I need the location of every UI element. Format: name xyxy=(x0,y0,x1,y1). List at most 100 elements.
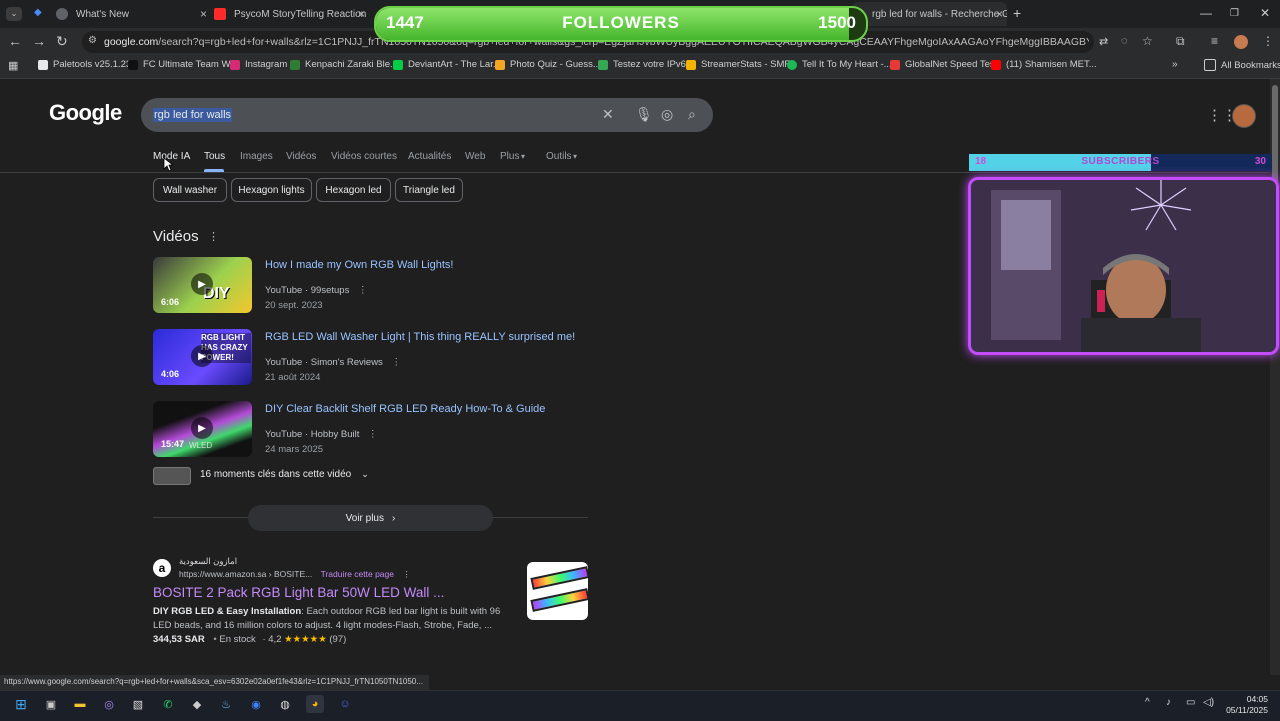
tab-web[interactable]: Web xyxy=(465,151,485,162)
result-image[interactable] xyxy=(527,562,588,620)
see-more-button[interactable]: Voir plus › xyxy=(248,505,493,531)
new-tab-button[interactable]: + xyxy=(1013,5,1021,21)
obs-icon[interactable]: ◍ xyxy=(276,695,294,713)
task-view-icon[interactable]: ▣ xyxy=(42,695,60,713)
bookmark[interactable]: Instagram xyxy=(230,59,287,70)
led-bar-image xyxy=(530,566,588,590)
clock-time: 04:05 xyxy=(1246,694,1268,704)
video-title-link[interactable]: RGB LED Wall Washer Light | This thing R… xyxy=(265,331,575,343)
site-info-icon[interactable]: ⚙ xyxy=(88,35,97,46)
extensions-icon[interactable]: ⧉ xyxy=(1176,34,1185,49)
minimize-icon[interactable]: — xyxy=(1200,6,1212,20)
mic-tray-icon[interactable]: ♪ xyxy=(1166,697,1171,708)
bookmark[interactable]: Tell It To My Heart -... xyxy=(787,59,892,70)
close-window-icon[interactable]: ✕ xyxy=(1260,6,1270,20)
profile-avatar[interactable] xyxy=(1234,35,1248,49)
bookmark[interactable]: DeviantArt - The Lar... xyxy=(393,59,501,70)
tab-google-search[interactable]: rgb led for walls - Recherche G × xyxy=(852,2,1007,26)
bookmark[interactable]: Paletools v25.1.23 xyxy=(38,59,131,70)
close-tab-icon[interactable]: × xyxy=(200,7,207,21)
video-thumbnail[interactable]: WLED ▶ 15:47 xyxy=(153,401,252,457)
more-bookmarks-icon[interactable]: » xyxy=(1172,59,1178,70)
bookmark[interactable]: GlobalNet Speed Test xyxy=(890,59,997,70)
chrome-taskbar-icon[interactable]: ◕ xyxy=(306,695,324,713)
eye-off-icon[interactable]: ◌ xyxy=(1121,35,1128,47)
windows-start-icon[interactable]: ⊞ xyxy=(12,695,30,713)
app-icon[interactable]: ◆ xyxy=(188,695,206,713)
menu-icon[interactable]: ⋮ xyxy=(1262,34,1274,48)
filter-chip[interactable]: Hexagon led xyxy=(316,178,391,202)
stats-icon xyxy=(686,59,696,70)
tab-youtube[interactable]: PsycoM StoryTelling Reaction ( × xyxy=(214,2,369,26)
maximize-icon[interactable]: ❐ xyxy=(1230,8,1239,19)
play-icon: ▶ xyxy=(191,417,213,439)
video-thumbnail[interactable]: RGB LIGHT HAS CRAZY POWER! ▶ 4:06 xyxy=(153,329,252,385)
result-snippet: DIY RGB LED & Easy Installation: Each ou… xyxy=(153,606,501,631)
webcam-feed xyxy=(968,177,1279,355)
search-icon[interactable]: ⌕ xyxy=(688,106,696,123)
tab-tools[interactable]: Outils xyxy=(546,151,572,162)
bookmark[interactable]: FC Ultimate Team W... xyxy=(128,59,238,70)
volume-icon[interactable]: ◁) xyxy=(1203,697,1214,708)
taskbar-clock[interactable]: 04:05 05/11/2025 xyxy=(1218,694,1268,716)
filter-chip[interactable]: Wall washer xyxy=(153,178,227,202)
tab-tous[interactable]: Tous xyxy=(204,151,225,162)
tab-videos[interactable]: Vidéos xyxy=(286,151,316,162)
lens-icon[interactable]: ◎ xyxy=(661,106,673,123)
network-icon[interactable]: ▭ xyxy=(1186,697,1195,708)
filter-chip[interactable]: Hexagon lights xyxy=(231,178,312,202)
followers-count: 1447 xyxy=(386,13,424,32)
file-explorer-icon[interactable]: ▬ xyxy=(71,695,89,713)
google-logo[interactable]: Google xyxy=(49,100,122,126)
bookmark[interactable]: Photo Quiz - Guess... xyxy=(495,59,601,70)
chevron-down-icon: ▾ xyxy=(521,152,526,161)
steam-icon[interactable]: ♨ xyxy=(217,695,235,713)
close-tab-icon[interactable]: × xyxy=(358,7,365,21)
app-icon[interactable]: ◎ xyxy=(100,695,118,713)
whatsapp-icon[interactable]: ✆ xyxy=(159,695,177,713)
app-icon[interactable]: ▧ xyxy=(129,695,147,713)
bookmark[interactable]: Kenpachi Zaraki Ble... xyxy=(290,59,398,70)
tab-news[interactable]: Actualités xyxy=(408,151,451,162)
tab-short-videos[interactable]: Vidéos courtes xyxy=(331,151,397,162)
mouse-cursor-icon xyxy=(163,157,173,172)
forward-icon[interactable]: → xyxy=(32,33,46,49)
video-duration: 4:06 xyxy=(161,369,180,379)
media-icon[interactable]: ≡ xyxy=(1211,34,1218,48)
tab-whats-new[interactable]: What's New × xyxy=(56,2,211,26)
all-bookmarks[interactable]: All Bookmarks xyxy=(1204,59,1280,71)
followers-label: FOLLOWERS xyxy=(562,13,680,32)
filter-chip[interactable]: Triangle led xyxy=(395,178,463,202)
tab-more[interactable]: Plus xyxy=(500,151,519,162)
account-avatar[interactable] xyxy=(1232,104,1256,128)
bookmark-star-icon[interactable]: ☆ xyxy=(1142,34,1153,48)
bookmark[interactable]: (11) Shamisen MET... xyxy=(991,59,1097,70)
video-title-link[interactable]: DIY Clear Backlit Shelf RGB LED Ready Ho… xyxy=(265,403,545,415)
moments-thumbnail[interactable] xyxy=(153,467,191,485)
translate-icon[interactable]: ⇄ xyxy=(1099,35,1108,48)
bookmark-icon xyxy=(38,59,48,70)
clear-icon[interactable]: ✕ xyxy=(602,106,614,123)
tab-images[interactable]: Images xyxy=(240,151,273,162)
apps-grid-icon[interactable]: ▦ xyxy=(8,59,18,72)
bookmark[interactable]: StreamerStats - SMF... xyxy=(686,59,797,70)
video-title-link[interactable]: How I made my Own RGB Wall Lights! xyxy=(265,259,453,271)
app-icon[interactable]: ◉ xyxy=(247,695,265,713)
discord-icon[interactable]: ☺ xyxy=(336,695,354,713)
close-tab-icon[interactable]: × xyxy=(996,7,1003,21)
chrome-icon xyxy=(56,8,68,20)
key-moments-toggle[interactable]: 16 moments clés dans cette vidéo ⌄ xyxy=(200,469,369,480)
more-options-icon[interactable]: ⋮ xyxy=(208,230,219,243)
microphone-icon[interactable]: 🎙 xyxy=(635,106,653,123)
result-title-link[interactable]: BOSITE 2 Pack RGB Light Bar 50W LED Wall… xyxy=(153,585,444,600)
video-thumbnail[interactable]: DIY ▶ 6:06 xyxy=(153,257,252,313)
tray-chevron-icon[interactable]: ^ xyxy=(1145,697,1150,708)
back-icon[interactable]: ← xyxy=(8,33,22,49)
search-query-text[interactable]: rgb led for walls xyxy=(153,108,233,122)
reload-icon[interactable]: ↻ xyxy=(56,33,68,50)
pinned-tab-icon[interactable]: ◆ xyxy=(34,8,44,18)
result-url[interactable]: https://www.amazon.sa › BOSITE... Tradui… xyxy=(179,569,411,580)
tab-search-button[interactable]: ⌄ xyxy=(6,7,22,21)
bookmark[interactable]: Testez votre IPv6. xyxy=(598,59,689,70)
video-source: YouTube · Simon's Reviews ⋮ xyxy=(265,357,401,368)
